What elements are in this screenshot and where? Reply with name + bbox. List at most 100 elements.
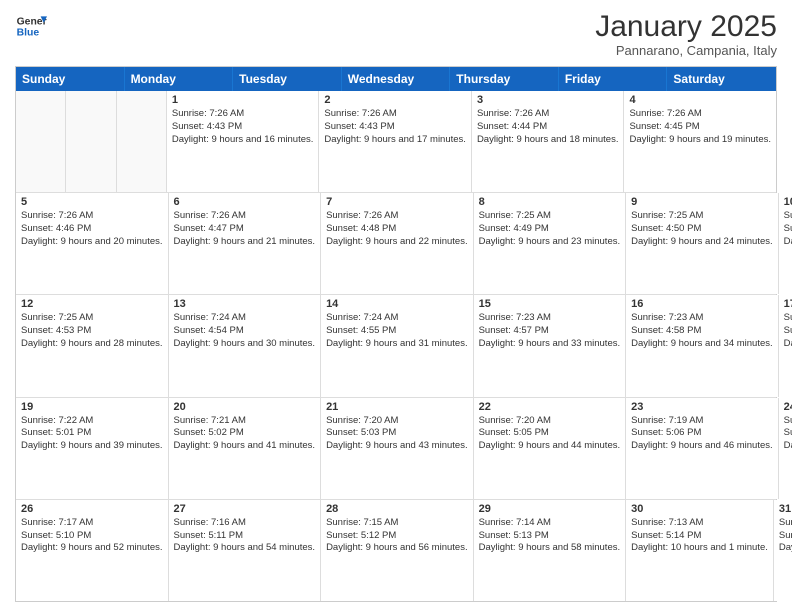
sunrise-line: Sunrise: 7:25 AM	[631, 210, 773, 223]
day-number: 30	[631, 503, 768, 515]
calendar: Sunday Monday Tuesday Wednesday Thursday…	[15, 66, 777, 602]
sunrise-line: Sunrise: 7:17 AM	[21, 517, 163, 530]
cal-cell-4-3: 21Sunrise: 7:20 AMSunset: 5:03 PMDayligh…	[321, 398, 474, 499]
daylight-line: Daylight: 9 hours and 56 minutes.	[326, 542, 468, 555]
sunset-line: Sunset: 5:02 PM	[174, 427, 316, 440]
header-saturday: Saturday	[667, 67, 776, 91]
day-number: 1	[172, 94, 314, 106]
day-number: 7	[326, 196, 468, 208]
sunrise-line: Sunrise: 7:12 AM	[779, 517, 792, 530]
daylight-line: Daylight: 9 hours and 33 minutes.	[479, 338, 621, 351]
sunrise-line: Sunrise: 7:14 AM	[479, 517, 621, 530]
sunset-line: Sunset: 4:43 PM	[172, 121, 314, 134]
daylight-line: Daylight: 9 hours and 34 minutes.	[631, 338, 773, 351]
daylight-line: Daylight: 9 hours and 23 minutes.	[479, 236, 621, 249]
daylight-line: Daylight: 9 hours and 48 minutes.	[784, 440, 792, 453]
daylight-line: Daylight: 9 hours and 30 minutes.	[174, 338, 316, 351]
sunset-line: Sunset: 5:12 PM	[326, 530, 468, 543]
cal-cell-3-5: 16Sunrise: 7:23 AMSunset: 4:58 PMDayligh…	[626, 295, 779, 396]
sunrise-line: Sunrise: 7:25 AM	[21, 312, 163, 325]
logo-icon: General Blue	[15, 10, 47, 42]
sunrise-line: Sunrise: 7:25 AM	[784, 210, 792, 223]
sunset-line: Sunset: 5:06 PM	[631, 427, 773, 440]
day-number: 26	[21, 503, 163, 515]
cal-cell-1-5: 2Sunrise: 7:26 AMSunset: 4:43 PMDaylight…	[319, 91, 472, 192]
sunset-line: Sunset: 4:54 PM	[174, 325, 316, 338]
sunrise-line: Sunrise: 7:24 AM	[326, 312, 468, 325]
sunrise-line: Sunrise: 7:26 AM	[477, 108, 619, 121]
daylight-line: Daylight: 9 hours and 43 minutes.	[326, 440, 468, 453]
daylight-line: Daylight: 10 hours and 1 minute.	[631, 542, 768, 555]
cal-cell-1-1	[16, 91, 66, 192]
sunset-line: Sunset: 4:53 PM	[21, 325, 163, 338]
sunrise-line: Sunrise: 7:20 AM	[479, 415, 621, 428]
day-number: 9	[631, 196, 773, 208]
sunset-line: Sunset: 4:45 PM	[629, 121, 771, 134]
cal-cell-4-5: 23Sunrise: 7:19 AMSunset: 5:06 PMDayligh…	[626, 398, 779, 499]
cal-cell-5-5: 30Sunrise: 7:13 AMSunset: 5:14 PMDayligh…	[626, 500, 774, 601]
page: General Blue January 2025 Pannarano, Cam…	[0, 0, 792, 612]
daylight-line: Daylight: 9 hours and 46 minutes.	[631, 440, 773, 453]
sunrise-line: Sunrise: 7:24 AM	[174, 312, 316, 325]
cal-cell-2-2: 6Sunrise: 7:26 AMSunset: 4:47 PMDaylight…	[169, 193, 322, 294]
cal-cell-3-1: 12Sunrise: 7:25 AMSunset: 4:53 PMDayligh…	[16, 295, 169, 396]
header-friday: Friday	[559, 67, 668, 91]
sunset-line: Sunset: 5:11 PM	[174, 530, 316, 543]
sunset-line: Sunset: 4:49 PM	[479, 223, 621, 236]
day-number: 3	[477, 94, 619, 106]
sunset-line: Sunset: 5:16 PM	[779, 530, 792, 543]
daylight-line: Daylight: 9 hours and 17 minutes.	[324, 134, 466, 147]
sunrise-line: Sunrise: 7:26 AM	[629, 108, 771, 121]
cal-cell-1-4: 1 Sunrise: 7:26 AMSunset: 4:43 PMDaylight…	[167, 91, 320, 192]
day-number: 6	[174, 196, 316, 208]
cal-cell-3-2: 13Sunrise: 7:24 AMSunset: 4:54 PMDayligh…	[169, 295, 322, 396]
cal-cell-2-4: 8Sunrise: 7:25 AMSunset: 4:49 PMDaylight…	[474, 193, 627, 294]
calendar-row-5: 26Sunrise: 7:17 AMSunset: 5:10 PMDayligh…	[16, 500, 776, 601]
day-number: 17	[784, 298, 792, 310]
sunset-line: Sunset: 5:10 PM	[21, 530, 163, 543]
header-thursday: Thursday	[450, 67, 559, 91]
calendar-row-3: 12Sunrise: 7:25 AMSunset: 4:53 PMDayligh…	[16, 295, 776, 397]
sunset-line: Sunset: 5:03 PM	[326, 427, 468, 440]
day-number: 22	[479, 401, 621, 413]
cal-cell-2-6: 10Sunrise: 7:25 AMSunset: 4:51 PMDayligh…	[779, 193, 792, 294]
day-number: 31	[779, 503, 792, 515]
logo: General Blue	[15, 10, 47, 42]
sunrise-line: Sunrise: 7:15 AM	[326, 517, 468, 530]
daylight-line: Daylight: 9 hours and 19 minutes.	[629, 134, 771, 147]
daylight-line: Daylight: 9 hours and 20 minutes.	[21, 236, 163, 249]
cal-cell-3-6: 17Sunrise: 7:23 AMSunset: 4:59 PMDayligh…	[779, 295, 792, 396]
daylight-line: Daylight: 9 hours and 21 minutes.	[174, 236, 316, 249]
sunrise-line: Sunrise: 7:16 AM	[174, 517, 316, 530]
cal-cell-1-2	[66, 91, 116, 192]
calendar-body: 1Sunrise: 7:26 AMSunset: 4:43 PMDaylight…	[16, 91, 776, 601]
sunset-line: Sunset: 4:55 PM	[326, 325, 468, 338]
day-number: 23	[631, 401, 773, 413]
daylight-line: Daylight: 9 hours and 41 minutes.	[174, 440, 316, 453]
sunset-line: Sunset: 5:14 PM	[631, 530, 768, 543]
daylight-line: Daylight: 9 hours and 58 minutes.	[479, 542, 621, 555]
daylight-line: Daylight: 9 hours and 28 minutes.	[21, 338, 163, 351]
daylight-line: Daylight: 9 hours and 52 minutes.	[21, 542, 163, 555]
cal-cell-5-3: 28Sunrise: 7:15 AMSunset: 5:12 PMDayligh…	[321, 500, 474, 601]
sunrise-line: Sunrise: 7:26 AM	[324, 108, 466, 121]
daylight-line: Daylight: 10 hours and 3 minutes.	[779, 542, 792, 555]
cal-cell-4-6: 24Sunrise: 7:18 AMSunset: 5:07 PMDayligh…	[779, 398, 792, 499]
sunset-line: Sunset: 4:57 PM	[479, 325, 621, 338]
cal-cell-4-4: 22Sunrise: 7:20 AMSunset: 5:05 PMDayligh…	[474, 398, 627, 499]
sunrise-line: Sunrise: 7:21 AM	[174, 415, 316, 428]
location: Pannarano, Campania, Italy	[595, 43, 777, 58]
sunset-line: Sunset: 4:50 PM	[631, 223, 773, 236]
day-number: 4	[629, 94, 771, 106]
header-wednesday: Wednesday	[342, 67, 451, 91]
sunset-line: Sunset: 4:47 PM	[174, 223, 316, 236]
cal-cell-4-2: 20Sunrise: 7:21 AMSunset: 5:02 PMDayligh…	[169, 398, 322, 499]
sunset-line: Sunset: 5:05 PM	[479, 427, 621, 440]
daylight-line: Daylight: 9 hours and 31 minutes.	[326, 338, 468, 351]
day-number: 8	[479, 196, 621, 208]
daylight-line: Daylight: 9 hours and 16 minutes.	[172, 134, 314, 147]
sunrise-line: Sunrise: 7:23 AM	[479, 312, 621, 325]
header: General Blue January 2025 Pannarano, Cam…	[15, 10, 777, 58]
cal-cell-4-1: 19Sunrise: 7:22 AMSunset: 5:01 PMDayligh…	[16, 398, 169, 499]
sunrise-line: Sunrise: 7:26 AM	[172, 108, 314, 121]
